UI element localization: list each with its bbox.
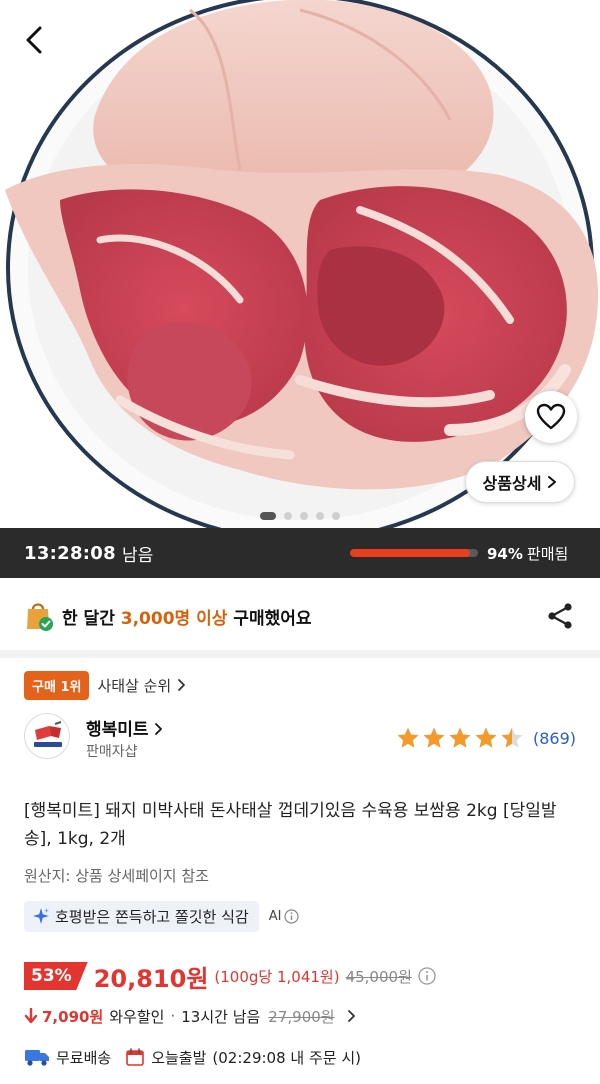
calendar-icon (126, 1048, 145, 1066)
sold-percent-value: 94% (487, 545, 523, 563)
info-icon[interactable] (418, 967, 436, 985)
gallery-dot[interactable] (284, 512, 292, 520)
section-divider (0, 650, 600, 658)
delivery-truck-icon (25, 1050, 49, 1066)
star-icon (397, 727, 419, 748)
buyers-highlight: 3,000명 이상 (120, 608, 228, 629)
star-rating-icons (397, 727, 523, 748)
product-detail-button[interactable]: 상품상세 (465, 461, 575, 503)
original-price: 45,000원 (345, 967, 412, 986)
arrow-down-icon (24, 1008, 38, 1024)
seller-logo-image (34, 721, 62, 747)
shipping-row: 무료배송 오늘출발 (02:29:08 내 주문 시) (24, 1043, 361, 1071)
product-image-gallery[interactable]: 상품상세 (0, 0, 600, 528)
buyers-suffix: 구매했어요 (227, 608, 312, 629)
seller-logo[interactable] (24, 713, 70, 759)
countdown-time: 13:28:08 (24, 542, 116, 564)
review-count[interactable]: (869) (533, 729, 576, 748)
deal-timer-bar: 13:28:08 남음 94% 판매됨 (0, 528, 600, 578)
seller-type: 판매자샵 (86, 744, 138, 760)
price-row: 53% 20,810원 (100g당 1,041원) 45,000원 (24, 959, 436, 993)
seller-name-link[interactable]: 행복미트 (86, 715, 163, 740)
sold-label: 판매됨 (526, 545, 569, 563)
seller-row: 행복미트 판매자샵 (869) (24, 713, 576, 763)
dispatch-text: 오늘출발 (151, 1048, 207, 1067)
free-shipping-text: 무료배송 (56, 1048, 112, 1067)
rank-category: 사태살 순위 (97, 676, 172, 695)
chevron-right-icon (178, 679, 186, 691)
chevron-left-icon (26, 26, 42, 54)
back-button[interactable] (14, 20, 54, 60)
monthly-buyers-row: 한 달간 3,000명 이상 구매했어요 (24, 596, 576, 636)
countdown-suffix: 남음 (121, 545, 154, 566)
chevron-right-icon (548, 476, 557, 488)
star-icon (501, 727, 523, 748)
gallery-dot[interactable] (332, 512, 340, 520)
wow-remaining-time: 13시간 남음 (181, 1007, 261, 1026)
dispatch-deadline: (02:29:08 내 주문 시) (212, 1048, 361, 1067)
product-title: [행복미트] 돼지 미박사태 돈사태살 껍데기있음 수육용 보쌈용 2kg [당… (24, 801, 557, 849)
rating-stars[interactable]: (869) (396, 726, 576, 750)
wow-discount-row[interactable]: 7,090원 와우할인 · 13시간 남음 27,900원 (24, 1003, 356, 1029)
gallery-dot[interactable] (316, 512, 324, 520)
buyers-text: 한 달간 3,000명 이상 구매했어요 (62, 604, 312, 629)
star-icon (449, 727, 471, 748)
unit-price: (100g당 1,041원) (214, 967, 340, 986)
info-icon (284, 908, 300, 924)
chevron-right-icon (155, 723, 163, 735)
gallery-dot[interactable] (300, 512, 308, 520)
shopping-bag-check-icon (27, 603, 53, 631)
sold-percent: 94% 판매됨 (487, 543, 568, 564)
gallery-dot[interactable] (260, 512, 276, 520)
ai-summary-text: 호평받은 쫀득하고 쫄깃한 식감 (55, 907, 249, 926)
sale-price: 20,810원 (93, 964, 209, 993)
wow-discount-label: 와우할인 (109, 1007, 165, 1026)
star-icon (423, 727, 445, 748)
ai-label: AI (268, 908, 282, 924)
sold-progress-bar (350, 549, 478, 557)
wow-discount-amount: 7,090원 (42, 1007, 104, 1026)
ai-summary-pill: 호평받은 쫀득하고 쫄깃한 식감 (24, 900, 259, 932)
chevron-right-icon (347, 1010, 355, 1022)
wow-original-price: 27,900원 (268, 1007, 335, 1026)
gallery-pagination[interactable] (0, 512, 600, 520)
product-photo (5, 0, 599, 528)
rank-badge: 구매 1위 (24, 670, 90, 700)
sparkle-icon (33, 908, 49, 924)
wishlist-button[interactable] (525, 391, 577, 443)
discount-badge: 53% (24, 962, 88, 990)
product-origin: 원산지: 상품 상세페이지 참조 (24, 867, 209, 885)
seller-name: 행복미트 (86, 720, 149, 740)
wow-separator: · (170, 1007, 176, 1025)
star-icon (475, 727, 497, 748)
heart-icon (536, 403, 566, 430)
category-rank-link[interactable]: 구매 1위 사태살 순위 (24, 670, 186, 700)
ai-review-summary: 호평받은 쫀득하고 쫄깃한 식감 AI (24, 900, 300, 932)
ai-info[interactable]: AI (269, 909, 300, 924)
share-icon[interactable] (544, 600, 576, 632)
buyers-prefix: 한 달간 (62, 608, 121, 629)
sold-progress-fill (350, 549, 471, 557)
product-detail-label: 상품상세 (482, 474, 542, 493)
